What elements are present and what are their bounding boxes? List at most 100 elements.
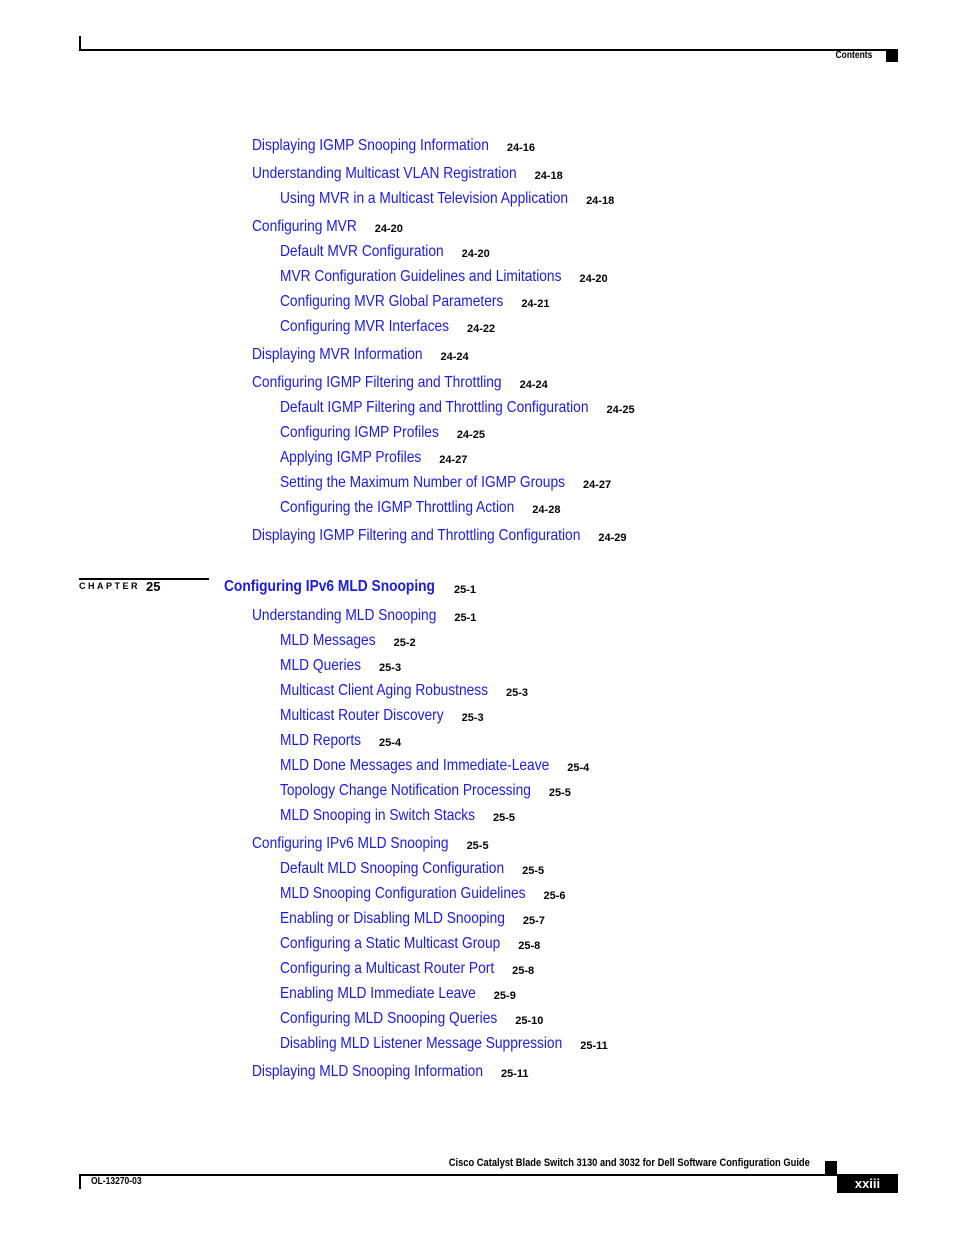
toc-entry[interactable]: Configuring MVR Interfaces 24-22 — [280, 317, 495, 337]
toc-entry[interactable]: Configuring IGMP Profiles 24-25 — [280, 423, 485, 443]
toc-entry-page: 24-24 — [519, 379, 548, 391]
toc-entry[interactable]: MLD Done Messages and Immediate-Leave 25-… — [280, 756, 593, 776]
toc-entry[interactable]: Configuring a Static Multicast Group 25-8 — [280, 934, 540, 954]
toc-entry-title[interactable]: Understanding Multicast VLAN Registratio… — [252, 164, 517, 184]
toc-entry-page: 25-10 — [515, 1015, 544, 1027]
toc-entry-title[interactable]: Configuring a Static Multicast Group — [280, 934, 500, 954]
toc-entry[interactable]: Default MLD Snooping Configuration 25-5 — [280, 859, 545, 879]
toc-entry[interactable]: Displaying MVR Information 24-24 — [252, 345, 469, 365]
toc-entry-title[interactable]: Using MVR in a Multicast Television Appl… — [280, 189, 568, 209]
toc-entry[interactable]: Configuring MVR 24-20 — [252, 217, 403, 237]
toc-entry[interactable]: Displaying MLD Snooping Information 25-11 — [252, 1062, 529, 1082]
toc-entry-page: 25-11 — [500, 1068, 529, 1080]
toc-entry-page: 24-28 — [532, 504, 561, 516]
toc-entry-page: 24-18 — [534, 170, 563, 182]
toc-entry-title[interactable]: Displaying MLD Snooping Information — [252, 1062, 483, 1082]
toc-entry-page: 24-20 — [579, 273, 608, 285]
chapter-rule — [79, 578, 209, 580]
toc-entry-title[interactable]: Applying IGMP Profiles — [280, 448, 421, 468]
toc-entry[interactable]: Configuring IGMP Filtering and Throttlin… — [252, 373, 548, 393]
chapter-title-link[interactable]: Configuring IPv6 MLD Snooping 25-1 — [224, 577, 476, 597]
toc-entry-page: 25-9 — [493, 990, 516, 1002]
toc-entry-page: 24-25 — [606, 404, 635, 416]
toc-entry-page: 24-21 — [521, 298, 550, 310]
toc-entry[interactable]: Configuring the IGMP Throttling Action 24… — [280, 498, 560, 518]
toc-entry-page: 24-22 — [467, 323, 496, 335]
toc-entry-title[interactable]: Multicast Router Discovery — [280, 706, 444, 726]
toc-entry-title[interactable]: Configuring MLD Snooping Queries — [280, 1009, 497, 1029]
chapter-page: 25-1 — [453, 584, 476, 596]
toc-entry-title[interactable]: Configuring IGMP Filtering and Throttlin… — [252, 373, 502, 393]
toc-entry[interactable]: Setting the Maximum Number of IGMP Group… — [280, 473, 611, 493]
toc-entry-title[interactable]: MLD Done Messages and Immediate-Leave — [280, 756, 549, 776]
toc-entry-page: 25-2 — [393, 637, 416, 649]
chapter-number: 25 — [146, 579, 161, 594]
toc-entry[interactable]: Using MVR in a Multicast Television Appl… — [280, 189, 615, 209]
toc-entry-title[interactable]: MVR Configuration Guidelines and Limitat… — [280, 267, 561, 287]
toc-entry[interactable]: MLD Snooping in Switch Stacks 25-5 — [280, 806, 515, 826]
toc-entry[interactable]: Configuring MLD Snooping Queries 25-10 — [280, 1009, 543, 1029]
toc-entry-title[interactable]: MLD Reports — [280, 731, 361, 751]
toc-entry[interactable]: Default IGMP Filtering and Throttling Co… — [280, 398, 639, 418]
toc-entry-page: 25-1 — [454, 612, 477, 624]
toc-entry-title[interactable]: MLD Messages — [280, 631, 376, 651]
toc-entry-title[interactable]: Default MVR Configuration — [280, 242, 444, 262]
toc-entry[interactable]: Applying IGMP Profiles 24-27 — [280, 448, 467, 468]
chapter-label: CHAPTER — [79, 581, 141, 591]
toc-entry-title[interactable]: Enabling or Disabling MLD Snooping — [280, 909, 505, 929]
chapter-title[interactable]: Configuring IPv6 MLD Snooping — [224, 577, 435, 597]
toc-entry-title[interactable]: MLD Snooping Configuration Guidelines — [280, 884, 526, 904]
toc-entry-title[interactable]: Configuring a Multicast Router Port — [280, 959, 494, 979]
toc-entry[interactable]: Default MVR Configuration 24-20 — [280, 242, 490, 262]
toc-entry-title[interactable]: Displaying IGMP Snooping Information — [252, 136, 489, 156]
toc-entry-title[interactable]: Enabling MLD Immediate Leave — [280, 984, 476, 1004]
toc-entry-title[interactable]: Multicast Client Aging Robustness — [280, 681, 488, 701]
toc-entry-page: 24-27 — [439, 454, 468, 466]
toc-entry-page: 25-5 — [522, 865, 545, 877]
toc-entry-title[interactable]: Understanding MLD Snooping — [252, 606, 436, 626]
toc-entry-title[interactable]: Configuring MVR Global Parameters — [280, 292, 503, 312]
header-section-label: Contents — [835, 50, 872, 61]
toc-entry-page: 25-3 — [461, 712, 484, 724]
toc-entry-title[interactable]: Displaying IGMP Filtering and Throttling… — [252, 526, 580, 546]
toc-entry[interactable]: Understanding MLD Snooping 25-1 — [252, 606, 476, 626]
toc-entry[interactable]: MLD Messages 25-2 — [280, 631, 416, 651]
toc-entry[interactable]: Multicast Router Discovery 25-3 — [280, 706, 484, 726]
toc-entry-title[interactable]: Configuring IGMP Profiles — [280, 423, 439, 443]
toc-entry[interactable]: Enabling MLD Immediate Leave 25-9 — [280, 984, 516, 1004]
toc-entry-title[interactable]: Displaying MVR Information — [252, 345, 423, 365]
toc-entry-page: 25-8 — [518, 940, 541, 952]
toc-entry[interactable]: Multicast Client Aging Robustness 25-3 — [280, 681, 528, 701]
toc-entry[interactable]: Configuring MVR Global Parameters 24-21 — [280, 292, 549, 312]
toc-entry[interactable]: MVR Configuration Guidelines and Limitat… — [280, 267, 608, 287]
toc-entry-title[interactable]: Configuring IPv6 MLD Snooping — [252, 834, 449, 854]
toc-entry[interactable]: MLD Queries 25-3 — [280, 656, 401, 676]
toc-entry[interactable]: Displaying IGMP Filtering and Throttling… — [252, 526, 634, 546]
toc-entry-page: 24-27 — [582, 479, 612, 491]
toc-entry-title[interactable]: Configuring MVR — [252, 217, 357, 237]
toc-entry[interactable]: Enabling or Disabling MLD Snooping 25-7 — [280, 909, 545, 929]
toc-entry-title[interactable]: Configuring MVR Interfaces — [280, 317, 449, 337]
toc-entry-title[interactable]: Configuring the IGMP Throttling Action — [280, 498, 514, 518]
toc-entry[interactable]: Disabling MLD Listener Message Suppressi… — [280, 1034, 608, 1054]
toc-entry[interactable]: Configuring a Multicast Router Port 25-8 — [280, 959, 534, 979]
toc-entry-title[interactable]: Disabling MLD Listener Message Suppressi… — [280, 1034, 562, 1054]
toc-entry-page: 24-20 — [374, 223, 403, 235]
toc-entry-title[interactable]: Default IGMP Filtering and Throttling Co… — [280, 398, 588, 418]
toc-entry[interactable]: Displaying IGMP Snooping Information 24-1… — [252, 136, 535, 156]
toc-entry[interactable]: MLD Snooping Configuration Guidelines 25-… — [280, 884, 566, 904]
toc-entry[interactable]: Understanding Multicast VLAN Registratio… — [252, 164, 563, 184]
toc-entry-title[interactable]: Default MLD Snooping Configuration — [280, 859, 504, 879]
toc-entry-title[interactable]: MLD Queries — [280, 656, 361, 676]
toc-entry-title[interactable]: Setting the Maximum Number of IGMP Group… — [280, 473, 565, 493]
toc-entry-page: 25-8 — [512, 965, 535, 977]
footer-marker-block — [825, 1161, 837, 1175]
toc-entry[interactable]: Topology Change Notification Processing 2… — [280, 781, 572, 801]
toc-entry[interactable]: MLD Reports 25-4 — [280, 731, 401, 751]
toc-entry[interactable]: Configuring IPv6 MLD Snooping 25-5 — [252, 834, 489, 854]
toc-entry-title[interactable]: Topology Change Notification Processing — [280, 781, 531, 801]
toc-entry-page: 25-4 — [379, 737, 402, 749]
toc-entry-page: 25-3 — [379, 662, 402, 674]
toc-entry-title[interactable]: MLD Snooping in Switch Stacks — [280, 806, 475, 826]
toc-entry-page: 24-29 — [598, 532, 627, 544]
